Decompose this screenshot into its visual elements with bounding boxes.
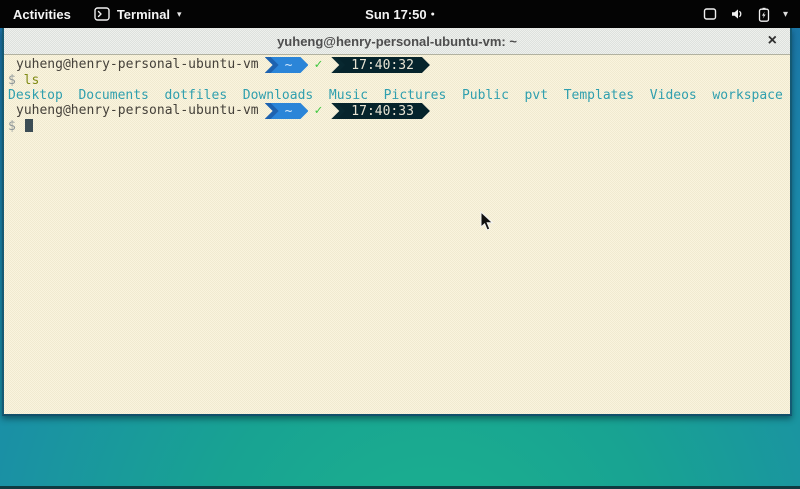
app-menu-caret-icon: ▾ [177, 9, 182, 20]
display-icon [703, 7, 717, 21]
volume-icon [730, 7, 745, 21]
input-line[interactable]: $ [8, 119, 790, 134]
notification-dot-icon: ● [431, 11, 435, 18]
window-title: yuheng@henry-personal-ubuntu-vm: ~ [277, 34, 517, 49]
clock-button[interactable]: Sun 17:50 ● [365, 0, 435, 28]
system-menu-button[interactable]: ▾ [691, 0, 800, 28]
terminal-app-icon [94, 7, 110, 21]
close-button[interactable]: × [768, 33, 777, 49]
app-menu-button[interactable]: Terminal ▾ [84, 0, 192, 28]
chevron-down-icon: ▾ [783, 9, 788, 20]
prompt-user-host: yuheng@henry-personal-ubuntu-vm [8, 103, 259, 119]
clock-label: Sun 17:50 [365, 7, 426, 22]
prompt-time-segment: 17:40:32 [337, 57, 430, 73]
prompt-line: yuheng@henry-personal-ubuntu-vm ~ ✓ 17:4… [8, 103, 790, 119]
terminal-cursor [25, 119, 33, 132]
activities-button[interactable]: Activities [0, 0, 84, 28]
desktop-background[interactable] [0, 416, 800, 489]
window-titlebar[interactable]: yuheng@henry-personal-ubuntu-vm: ~ × [4, 28, 790, 55]
battery-charging-icon [758, 7, 770, 22]
prompt-dollar: $ [8, 119, 16, 134]
app-menu-label: Terminal [117, 7, 170, 22]
command-text: ls [24, 73, 40, 88]
prompt-time-segment: 17:40:33 [337, 103, 430, 119]
prompt-status-check-icon: ✓ [314, 57, 322, 73]
top-bar: Activities Terminal ▾ Sun 17:50 ● [0, 0, 800, 28]
ls-output: Desktop Documents dotfiles Downloads Mus… [8, 88, 790, 103]
terminal-window: yuheng@henry-personal-ubuntu-vm: ~ × yuh… [2, 28, 792, 416]
terminal-content[interactable]: yuheng@henry-personal-ubuntu-vm ~ ✓ 17:4… [4, 55, 790, 414]
command-line: $ ls [8, 73, 790, 88]
prompt-dollar: $ [8, 73, 16, 88]
prompt-status-check-icon: ✓ [314, 103, 322, 119]
prompt-user-host: yuheng@henry-personal-ubuntu-vm [8, 57, 259, 73]
prompt-line: yuheng@henry-personal-ubuntu-vm ~ ✓ 17:4… [8, 57, 790, 73]
